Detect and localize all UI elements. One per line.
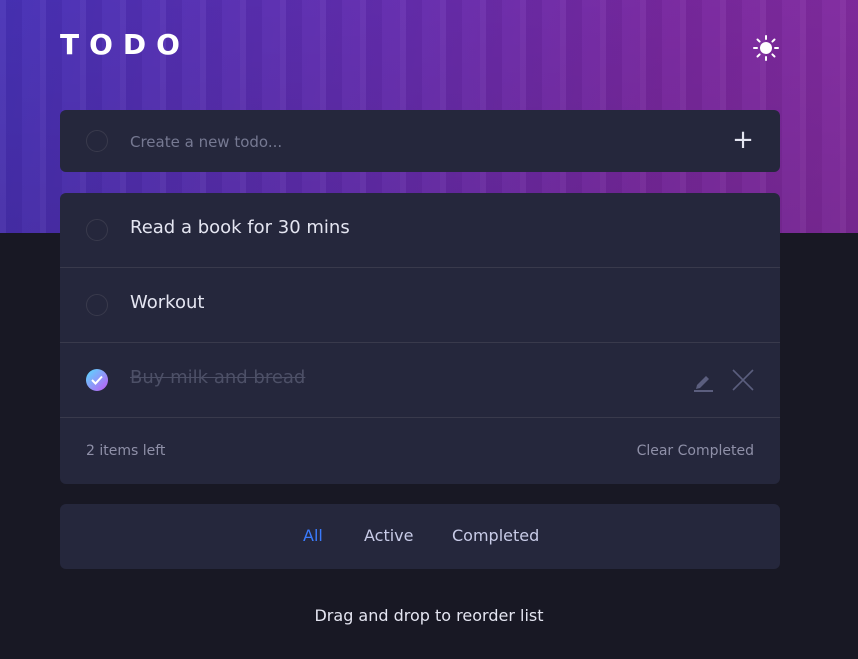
list-footer: 2 items left Clear Completed <box>60 419 780 484</box>
close-icon <box>732 369 754 391</box>
sun-icon <box>753 35 779 61</box>
new-todo-circle <box>86 130 108 152</box>
pencil-icon <box>694 376 713 392</box>
todo-checkbox-checked[interactable] <box>86 369 108 391</box>
filter-all[interactable]: All <box>303 526 323 545</box>
reorder-hint: Drag and drop to reorder list <box>314 606 544 625</box>
app-title: TODO <box>60 28 190 61</box>
todo-text: Buy milk and bread <box>130 367 306 388</box>
add-todo-button[interactable]: + <box>728 126 758 156</box>
edit-todo-button[interactable] <box>691 369 715 393</box>
items-left-count: 2 items left <box>86 443 166 459</box>
new-todo-input[interactable] <box>128 128 712 156</box>
filter-bar: All Active Completed <box>60 504 780 569</box>
todo-list: Read a book for 30 mins Workout Buy milk… <box>60 193 780 484</box>
filter-completed[interactable]: Completed <box>452 526 539 545</box>
todo-checkbox[interactable] <box>86 219 108 241</box>
new-todo-card: + <box>60 110 780 172</box>
todo-text: Read a book for 30 mins <box>130 217 350 238</box>
checkmark-icon <box>91 375 103 385</box>
todo-item-completed[interactable]: Buy milk and bread <box>60 343 780 418</box>
todo-item[interactable]: Workout <box>60 268 780 343</box>
filter-active[interactable]: Active <box>364 526 414 545</box>
delete-todo-button[interactable] <box>730 367 756 393</box>
todo-item[interactable]: Read a book for 30 mins <box>60 193 780 268</box>
todo-text: Workout <box>130 292 205 313</box>
clear-completed-button[interactable]: Clear Completed <box>637 443 754 459</box>
theme-toggle-button[interactable] <box>752 34 780 62</box>
todo-checkbox[interactable] <box>86 294 108 316</box>
